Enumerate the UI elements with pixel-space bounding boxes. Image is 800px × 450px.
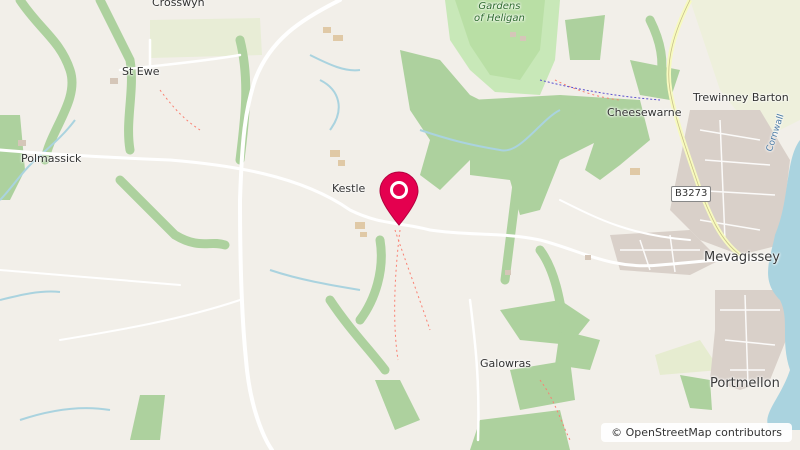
park-label-line-1: Gardens	[478, 1, 521, 12]
place-label-cheesewarne: Cheesewarne	[607, 106, 682, 119]
place-label-crosswyn: Crosswyn	[152, 0, 205, 9]
place-label-trewinney-barton: Trewinney Barton	[693, 91, 789, 104]
place-label-galowras: Galowras	[480, 357, 532, 370]
place-label-kestle: Kestle	[332, 182, 366, 195]
park-label-heligan: Gardens of Heligan	[474, 1, 525, 25]
map-canvas[interactable]: Crosswyn St Ewe Polmassick Kestle Cheese…	[0, 0, 800, 450]
road-shield-b3273: B3273	[671, 186, 712, 202]
place-label-mevagissey: Mevagissey	[704, 250, 780, 265]
map-pin-icon[interactable]	[377, 171, 421, 227]
attribution[interactable]: © OpenStreetMap contributors	[601, 423, 792, 442]
place-label-portmellon: Portmellon	[710, 376, 780, 391]
park-label-line-2: of Heligan	[474, 13, 525, 24]
place-label-polmassick: Polmassick	[21, 152, 82, 165]
place-label-st-ewe: St Ewe	[122, 65, 160, 78]
